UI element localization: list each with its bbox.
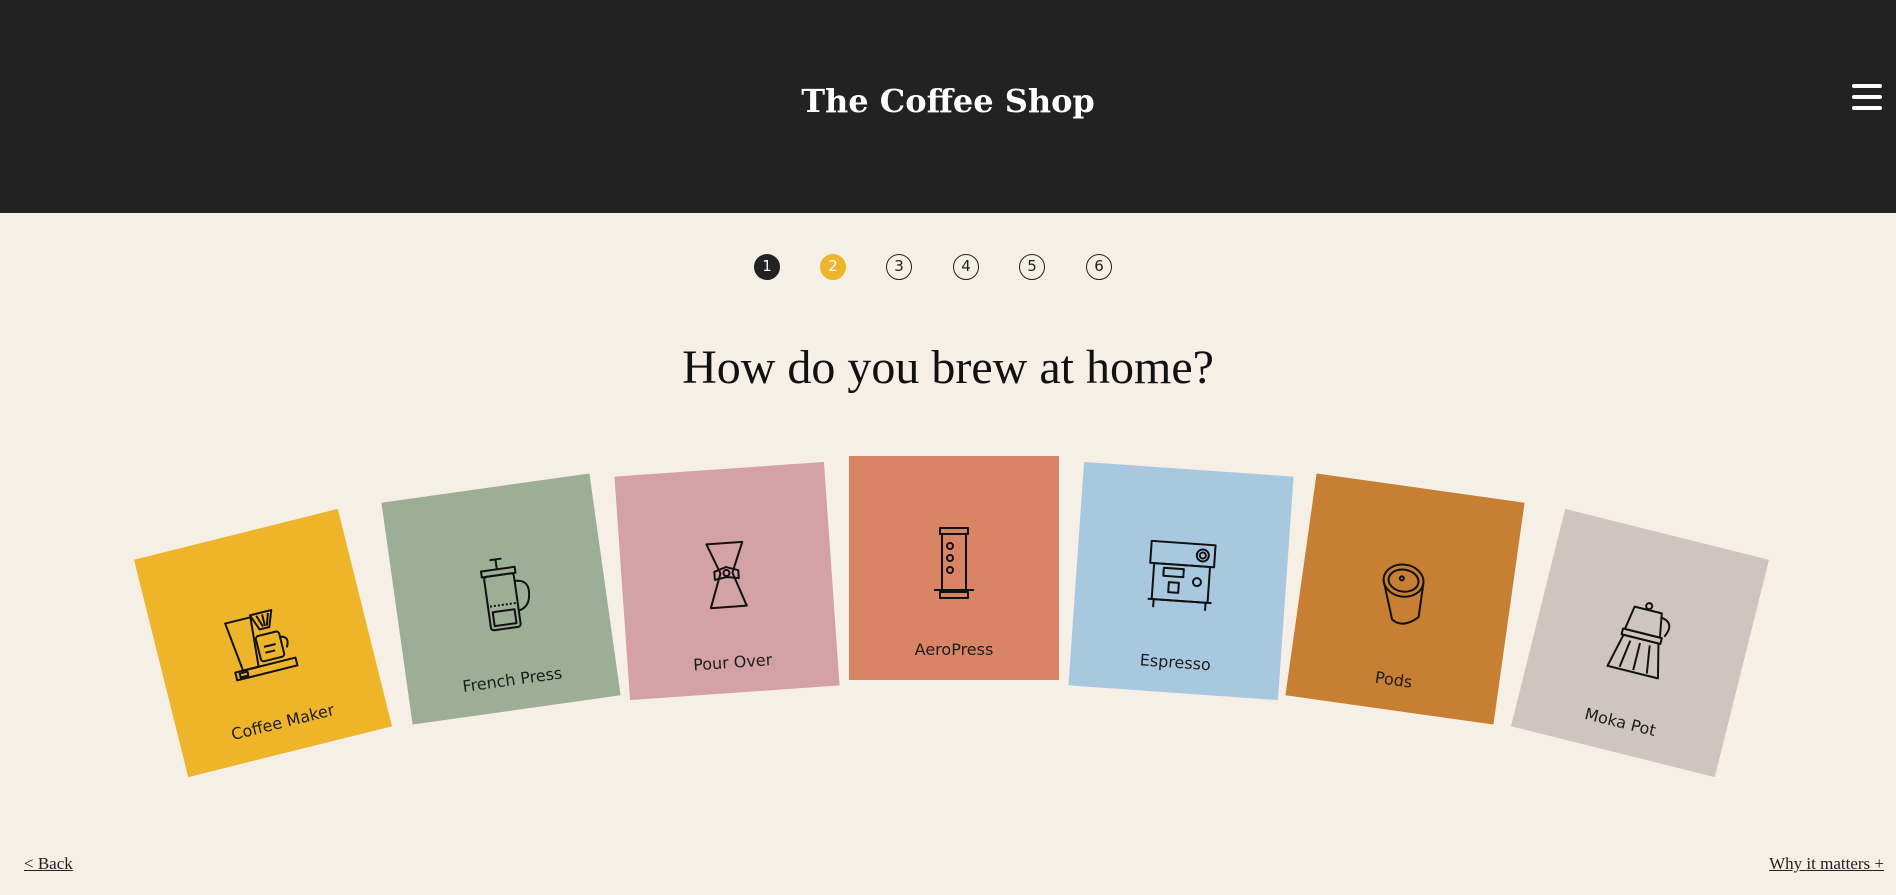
option-label: Pods — [1373, 667, 1414, 692]
why-it-matters-link[interactable]: Why it matters + — [1769, 854, 1884, 874]
option-label: Pour Over — [692, 650, 773, 675]
option-label: Moka Pot — [1582, 704, 1658, 741]
coffee-pod-icon — [1360, 550, 1450, 640]
espresso-machine-icon — [1139, 534, 1224, 619]
pour-over-icon — [684, 534, 769, 619]
option-pods[interactable]: Pods — [1285, 473, 1525, 725]
hamburger-menu-icon[interactable] — [1852, 84, 1882, 114]
step-2[interactable]: 2 — [820, 254, 846, 280]
option-label: Coffee Maker — [229, 700, 337, 745]
step-1[interactable]: 1 — [754, 254, 780, 280]
back-link[interactable]: < Back — [24, 854, 73, 874]
option-aeropress[interactable]: AeroPress — [849, 456, 1059, 680]
option-label: French Press — [461, 663, 564, 697]
french-press-icon — [455, 550, 545, 640]
step-6[interactable]: 6 — [1086, 254, 1112, 280]
step-4[interactable]: 4 — [953, 254, 979, 280]
option-label: Espresso — [1139, 650, 1212, 675]
option-french-press[interactable]: French Press — [381, 473, 621, 725]
option-moka-pot[interactable]: Moka Pot — [1511, 508, 1769, 778]
site-header: The Coffee Shop — [0, 0, 1896, 213]
option-espresso[interactable]: Espresso — [1068, 461, 1294, 701]
aeropress-icon — [914, 524, 994, 604]
question-heading: How do you brew at home? — [682, 341, 1214, 394]
option-pour-over[interactable]: Pour Over — [614, 461, 840, 701]
site-title[interactable]: The Coffee Shop — [0, 82, 1896, 120]
option-label: AeroPress — [914, 640, 994, 659]
option-coffee-maker[interactable]: Coffee Maker — [134, 508, 392, 778]
coffee-maker-icon — [214, 591, 311, 688]
moka-pot-icon — [1592, 591, 1689, 688]
step-3[interactable]: 3 — [886, 254, 912, 280]
step-5[interactable]: 5 — [1019, 254, 1045, 280]
